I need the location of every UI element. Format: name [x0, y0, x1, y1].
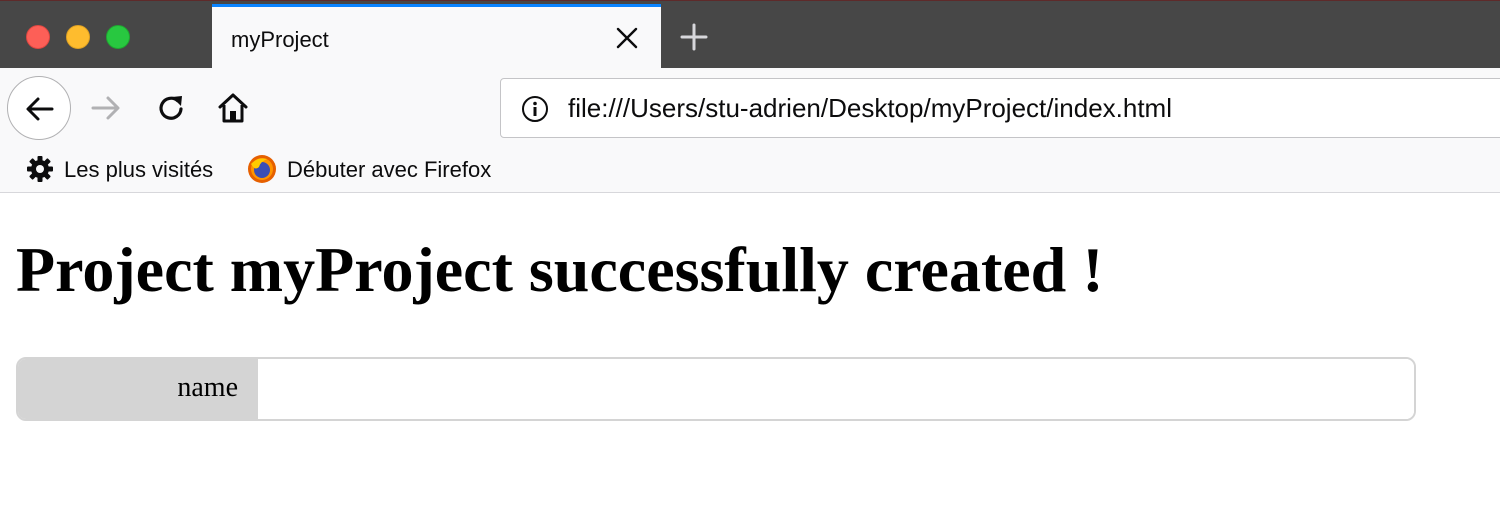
- tab-close-icon[interactable]: [615, 26, 639, 50]
- name-input[interactable]: [258, 359, 1414, 419]
- window-zoom-button[interactable]: [106, 25, 130, 49]
- new-tab-plus-icon[interactable]: [680, 23, 708, 51]
- tab-myproject[interactable]: myProject: [212, 4, 661, 69]
- bookmark-most-visited[interactable]: Les plus visités: [64, 157, 213, 183]
- navigation-toolbar: file:///Users/stu-adrien/Desktop/myProje…: [0, 68, 1500, 148]
- info-icon[interactable]: [521, 95, 549, 123]
- tab-strip: myProject: [0, 0, 1500, 69]
- bookmark-getting-started[interactable]: Débuter avec Firefox: [287, 157, 491, 183]
- url-bar[interactable]: file:///Users/stu-adrien/Desktop/myProje…: [500, 78, 1500, 138]
- firefox-logo-icon: [247, 154, 277, 184]
- page-title: Project myProject successfully created !: [16, 234, 1104, 305]
- bookmarks-toolbar: Les plus visités Débuter avec Firefox: [0, 148, 1500, 193]
- home-icon[interactable]: [217, 92, 249, 124]
- url-text[interactable]: file:///Users/stu-adrien/Desktop/myProje…: [568, 93, 1172, 124]
- window-close-button[interactable]: [26, 25, 50, 49]
- window-minimize-button[interactable]: [66, 25, 90, 49]
- back-arrow-icon: [26, 97, 54, 121]
- forward-arrow-icon[interactable]: [90, 92, 122, 124]
- back-button[interactable]: [7, 76, 71, 140]
- name-field-label: name: [18, 359, 258, 419]
- gear-icon: [25, 154, 55, 184]
- reload-icon[interactable]: [155, 92, 187, 124]
- tab-title: myProject: [231, 27, 329, 52]
- name-form-row: name: [16, 357, 1416, 421]
